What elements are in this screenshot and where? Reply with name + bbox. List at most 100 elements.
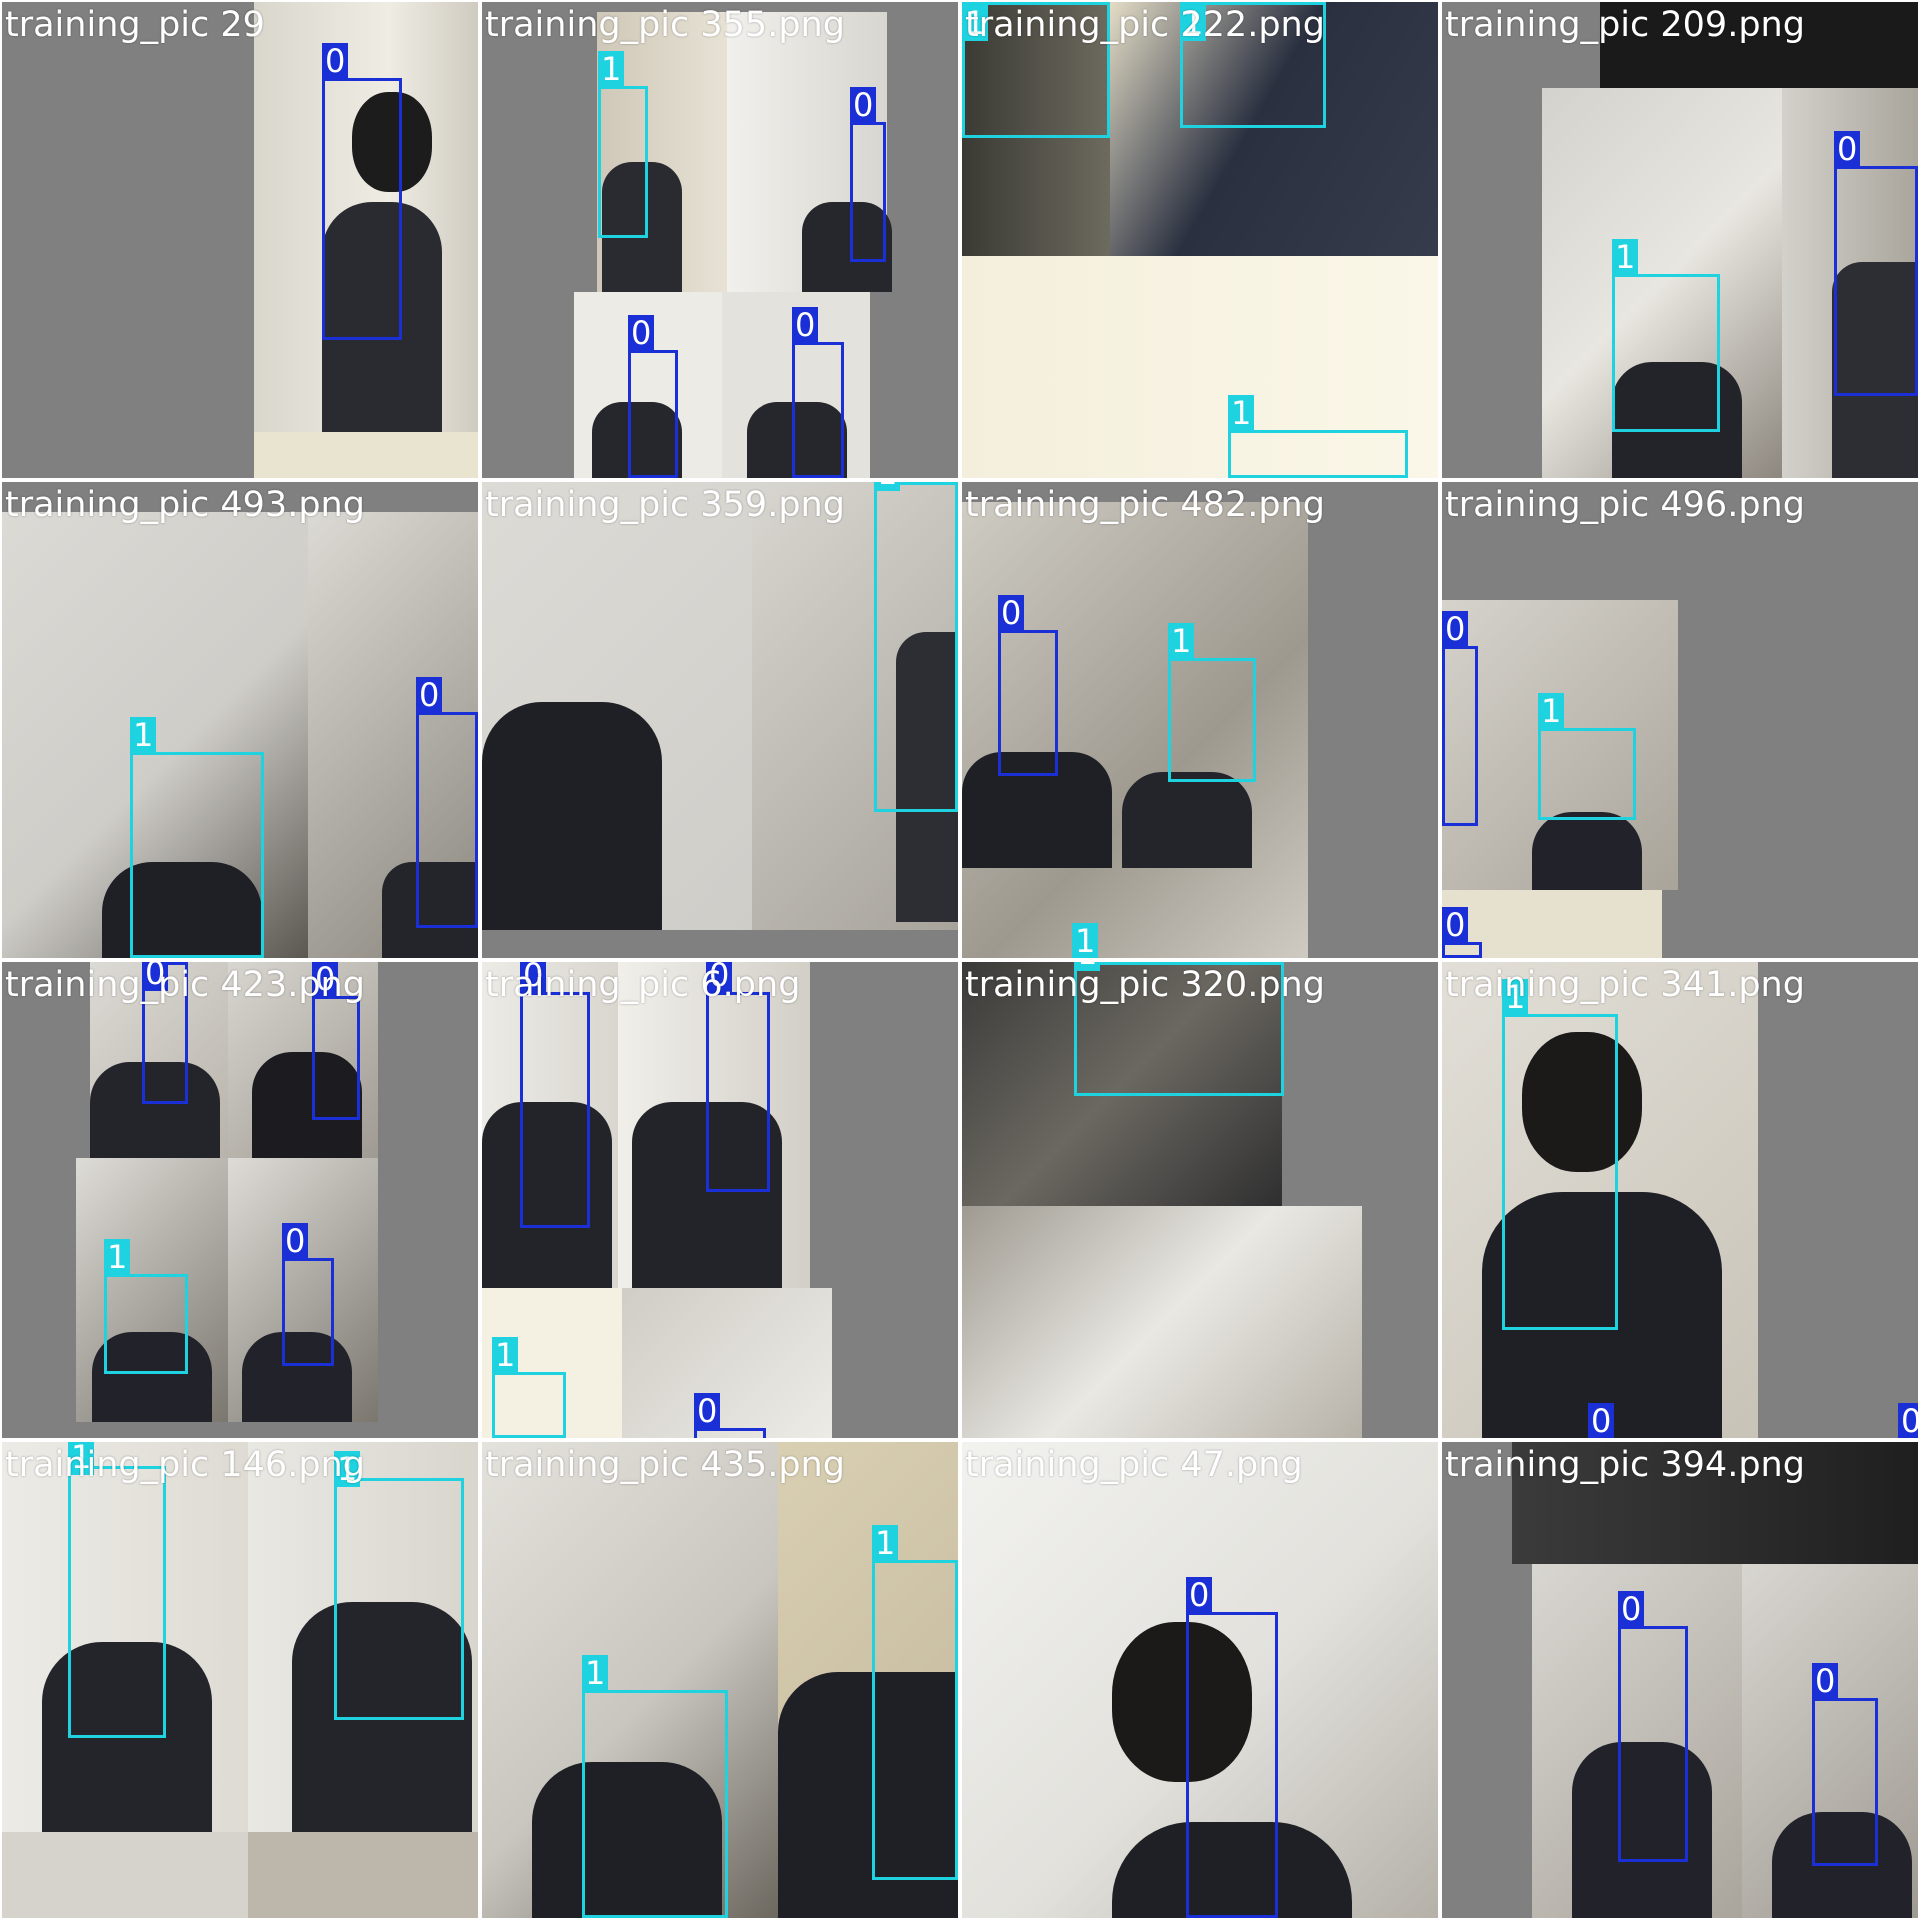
tile-caption: training_pic 496.png <box>1445 485 1805 525</box>
bounding-box-class-0: 0 <box>1812 1663 1878 1866</box>
bounding-box-class-1: 1 <box>1228 395 1408 478</box>
bounding-box-class-0: 0 <box>1442 611 1478 826</box>
mosaic-tile-9: 0 0 1 0 training_pic 423.png <box>2 962 478 1438</box>
bounding-box-class-0: 0 <box>706 962 770 1192</box>
class-label-tag: 0 <box>1442 907 1469 943</box>
bounding-box-class-0: 0 <box>628 315 678 478</box>
mosaic-tile-10: 0 0 1 0 training_pic 6.png <box>482 962 958 1438</box>
bounding-box-class-0: 0 <box>322 43 402 340</box>
bounding-box-class-1: 1 <box>334 1451 464 1720</box>
bounding-box-class-1: 1 <box>1502 979 1618 1330</box>
photo-region <box>254 432 478 478</box>
tile-caption: training_pic 47.png <box>965 1445 1303 1485</box>
tile-caption: training_pic 355.png <box>485 5 845 45</box>
mosaic-tile-11: 1 training_pic 320.png <box>962 962 1438 1438</box>
class-label-tag: 0 <box>1186 1577 1213 1613</box>
person-silhouette <box>482 702 662 930</box>
class-label-tag: 1 <box>582 1655 609 1691</box>
tile-caption: training_pic 482.png <box>965 485 1325 525</box>
tile-caption: training_pic 209.png <box>1445 5 1805 45</box>
bounding-box-class-0: 0 <box>998 595 1058 776</box>
bounding-box-class-1: 1 <box>130 717 264 958</box>
bounding-box-class-1: 1 <box>598 51 648 238</box>
bounding-box-class-1: 1 <box>1612 239 1720 432</box>
class-label-tag: 0 <box>1898 1403 1918 1438</box>
photo-region <box>962 1206 1362 1438</box>
bounding-box-class-0: 0 <box>416 677 478 928</box>
bounding-box-class-1: 1 <box>492 1337 566 1438</box>
class-label-tag: 0 <box>322 43 349 79</box>
class-label-tag: 1 <box>1072 923 1099 958</box>
mosaic-tile-4: 1 0 training_pic 209.png <box>1442 2 1918 478</box>
bounding-box-class-0: 0 <box>312 962 360 1120</box>
mosaic-tile-14: 1 1 training_pic 435.png <box>482 1442 958 1918</box>
person-silhouette <box>1532 812 1642 890</box>
mosaic-tile-2: 1 0 0 0 training_pic 355.png <box>482 2 958 478</box>
tile-caption: training_pic 493.png <box>5 485 365 525</box>
tile-caption: training_pic 341.png <box>1445 965 1805 1005</box>
class-label-tag: 0 <box>416 677 443 713</box>
bounding-box-class-0: 0 <box>1442 907 1482 958</box>
training-batch-mosaic: 0 training_pic 29 1 0 0 0 training_pic 3… <box>0 0 1920 1920</box>
class-label-tag: 0 <box>1588 1403 1615 1438</box>
bounding-box-class-1: 1 <box>68 1442 166 1738</box>
class-label-tag: 0 <box>628 315 655 351</box>
tile-caption: training_pic 359.png <box>485 485 845 525</box>
bounding-box-class-1: 1 <box>1538 693 1636 820</box>
bounding-box-class-0: 0 <box>792 307 844 478</box>
tile-caption: training_pic 222.png <box>965 5 1325 45</box>
bounding-box-class-1: 1 <box>1168 623 1256 782</box>
bounding-box-class-0: 0 <box>1186 1577 1278 1918</box>
mosaic-tile-6: 1 training_pic 359.png <box>482 482 958 958</box>
tile-caption: training_pic 6.png <box>485 965 801 1005</box>
class-label-tag: 1 <box>598 51 625 87</box>
tile-caption: training_pic 394.png <box>1445 1445 1805 1485</box>
photo-region <box>2 1832 248 1918</box>
photo-region <box>622 1288 832 1438</box>
class-label-tag: 0 <box>1442 611 1469 647</box>
class-label-tag: 0 <box>792 307 819 343</box>
class-label-tag: 0 <box>850 87 877 123</box>
bounding-box-class-1: 1 <box>104 1239 188 1374</box>
mosaic-tile-8: 0 1 0 training_pic 496.png <box>1442 482 1918 958</box>
class-label-tag: 1 <box>1168 623 1195 659</box>
class-label-tag: 1 <box>130 717 157 753</box>
mosaic-tile-5: 1 0 training_pic 493.png <box>2 482 478 958</box>
class-label-tag: 1 <box>874 482 901 491</box>
class-label-tag: 1 <box>1538 693 1565 729</box>
bounding-box-class-0: 0 <box>694 1393 766 1438</box>
photo-region <box>248 1832 478 1918</box>
class-label-tag: 0 <box>998 595 1025 631</box>
class-label-tag: 0 <box>1618 1591 1645 1627</box>
bounding-box-class-1: 1 <box>874 482 958 812</box>
class-label-tag: 1 <box>1228 395 1255 431</box>
mosaic-tile-13: 1 1 training_pic 146.png <box>2 1442 478 1918</box>
mosaic-tile-3: 1 1 1 training_pic 222.png <box>962 2 1438 478</box>
mosaic-tile-7: 0 1 1 training_pic 482.png <box>962 482 1438 958</box>
class-label-tag: 1 <box>104 1239 131 1275</box>
bounding-box-class-0: 0 <box>1834 131 1918 396</box>
bounding-box-class-0: 0 <box>282 1223 334 1366</box>
tile-caption: training_pic 435.png <box>485 1445 845 1485</box>
mosaic-tile-16: 0 0 training_pic 394.png <box>1442 1442 1918 1918</box>
tile-caption: training_pic 423.png <box>5 965 365 1005</box>
class-label-tag: 0 <box>1834 131 1861 167</box>
tile-caption: training_pic 146.png <box>5 1445 365 1485</box>
tile-caption: training_pic 29 <box>5 5 265 45</box>
mosaic-tile-1: 0 training_pic 29 <box>2 2 478 478</box>
bounding-box-class-0: 0 <box>850 87 886 262</box>
class-label-tag: 0 <box>694 1393 721 1429</box>
bounding-box-class-0: 0 <box>1618 1591 1688 1862</box>
class-label-tag: 1 <box>1612 239 1639 275</box>
tile-caption: training_pic 320.png <box>965 965 1325 1005</box>
person-silhouette <box>1122 772 1252 868</box>
mosaic-tile-12: 1 0 0 training_pic 341.png <box>1442 962 1918 1438</box>
bounding-box-class-0: 0 <box>520 962 590 1228</box>
mosaic-tile-15: 0 training_pic 47.png <box>962 1442 1438 1918</box>
class-label-tag: 0 <box>282 1223 309 1259</box>
class-label-tag: 0 <box>1812 1663 1839 1699</box>
class-label-tag: 1 <box>872 1525 899 1561</box>
class-label-tag: 1 <box>492 1337 519 1373</box>
bounding-box-class-1: 1 <box>582 1655 728 1918</box>
bounding-box-class-1: 1 <box>872 1525 958 1880</box>
